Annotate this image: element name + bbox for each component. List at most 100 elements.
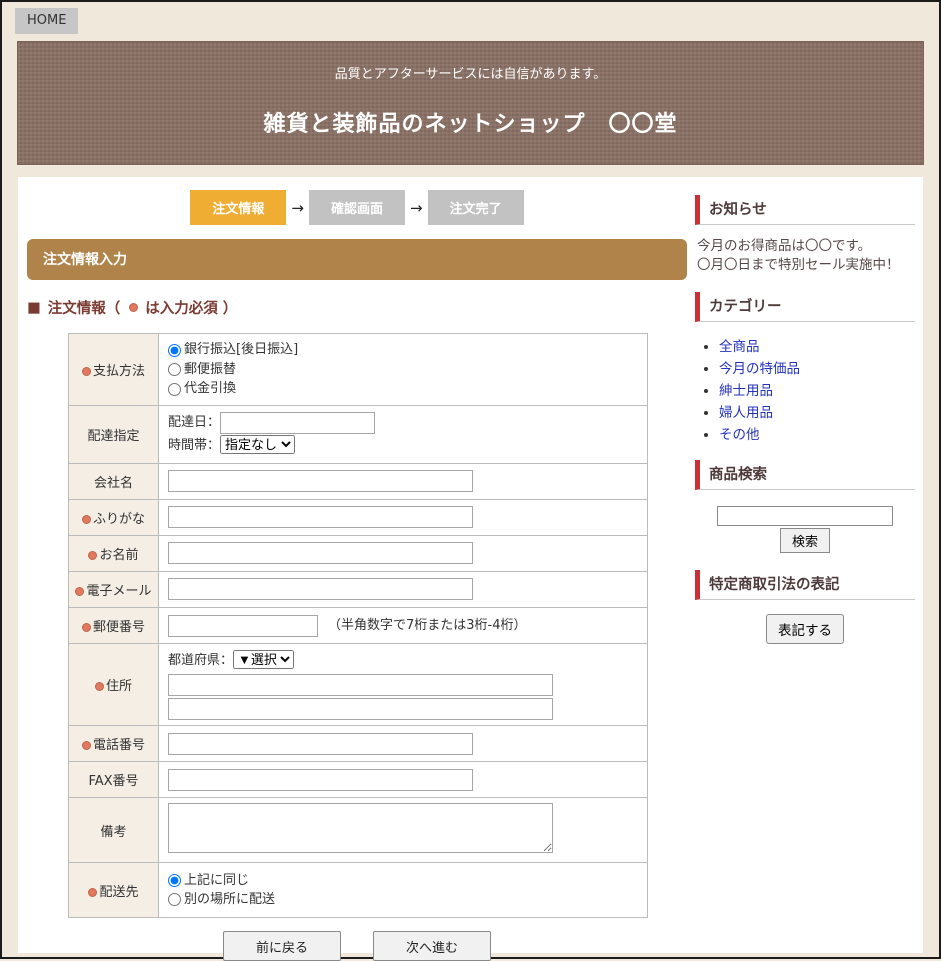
memo-textarea[interactable] [168,803,553,853]
table-row-phone: 電話番号 [69,726,648,762]
main-column: 注文情報 → 確認画面 → 注文完了 注文情報入力 ■ 注文情報（ は入力必須 … [27,190,687,953]
category-link-special[interactable]: 今月の特価品 [719,361,800,377]
required-dot-icon [82,623,91,632]
news-heading: お知らせ [695,195,915,225]
table-row-name: お名前 [69,535,648,571]
company-input[interactable] [168,470,473,492]
payment-radio-bank[interactable] [168,344,181,357]
step-complete: 注文完了 [428,190,524,225]
search-input[interactable] [717,506,893,526]
phone-input[interactable] [168,733,473,755]
email-input[interactable] [168,578,473,600]
required-dot-icon [75,587,84,596]
prefecture-select[interactable]: ▼選択 [233,650,294,669]
category-list: 全商品 今月の特価品 紳士用品 婦人用品 その他 [701,335,915,443]
table-row-payment: 支払方法 銀行振込[後日振込] 郵便振替 代金引換 [69,334,648,406]
row-label-text: 住所 [106,679,132,694]
radio-label: 代金引換 [184,379,236,399]
zip-format-note: （半角数字で7桁または3桁-4桁） [328,618,527,633]
home-tab[interactable]: HOME [15,8,78,34]
zip-input[interactable] [168,615,318,637]
row-label-name: お名前 [69,535,159,571]
back-button[interactable]: 前に戻る [223,931,341,961]
table-row-zip: 郵便番号 （半角数字で7桁または3桁-4桁） [69,607,648,643]
news-line: 〇月〇日まで特別セール実施中！ [697,256,915,275]
delivery-date-label: 配達日： [168,415,220,430]
section-title-pre: 注文情報（ [48,297,121,318]
furigana-input[interactable] [168,506,473,528]
table-row-address: 住所 都道府県：▼選択 [69,643,648,725]
fax-input[interactable] [168,769,473,791]
row-label-email: 電子メール [69,571,159,607]
row-label-delivery: 配達指定 [69,406,159,464]
shipto-option-other[interactable]: 別の場所に配送 [168,890,638,910]
shipto-radio-same[interactable] [168,874,181,887]
site-title: 雑貨と装飾品のネットショップ 〇〇堂 [18,106,923,138]
required-dot-icon [88,888,97,897]
category-link-all[interactable]: 全商品 [719,339,760,355]
radio-label: 銀行振込[後日振込] [184,340,298,360]
row-value-shipto: 上記に同じ 別の場所に配送 [159,863,648,918]
step-indicator: 注文情報 → 確認画面 → 注文完了 [27,190,687,225]
category-link-mens[interactable]: 紳士用品 [719,383,773,399]
radio-label: 別の場所に配送 [184,890,275,910]
page-title: 注文情報入力 [27,239,687,280]
payment-radio-cod[interactable] [168,383,181,396]
tokutei-heading: 特定商取引法の表記 [695,570,915,600]
payment-option-postal[interactable]: 郵便振替 [168,360,638,380]
categories-heading: カテゴリー [695,292,915,322]
address-line2-input[interactable] [168,698,553,720]
list-item: 今月の特価品 [719,357,915,377]
address-line1-input[interactable] [168,674,553,696]
form-buttons: 前に戻る 次へ進む [27,931,687,961]
row-label-text: お名前 [99,548,138,563]
step-arrow-icon: → [410,199,423,217]
table-row-fax: FAX番号 [69,762,648,798]
site-tagline: 品質とアフターサービスには自信があります。 [18,42,923,82]
category-link-other[interactable]: その他 [719,427,760,443]
row-label-text: 電子メール [86,584,151,599]
row-label-text: 配送先 [99,885,138,900]
row-label-text: 配達指定 [87,429,139,444]
row-value-email [159,571,648,607]
row-label-text: 郵便番号 [93,620,145,635]
delivery-time-select[interactable]: 指定なし [220,435,295,454]
row-label-zip: 郵便番号 [69,607,159,643]
step-confirm: 確認画面 [309,190,405,225]
shipto-radio-other[interactable] [168,893,181,906]
delivery-date-input[interactable] [220,412,375,434]
section-marker-icon: ■ [27,300,41,316]
table-row-email: 電子メール [69,571,648,607]
list-item: 全商品 [719,335,915,355]
tokutei-button[interactable]: 表記する [766,614,844,644]
row-label-text: 会社名 [94,476,133,491]
payment-option-cod[interactable]: 代金引換 [168,379,638,399]
row-value-furigana [159,499,648,535]
required-dot-icon [82,367,91,376]
row-label-payment: 支払方法 [69,334,159,406]
step-arrow-icon: → [291,199,304,217]
search-button[interactable]: 検索 [780,528,830,553]
row-value-name [159,535,648,571]
payment-radio-postal[interactable] [168,363,181,376]
next-button[interactable]: 次へ進む [373,931,491,961]
category-link-womens[interactable]: 婦人用品 [719,405,773,421]
site-header: 品質とアフターサービスには自信があります。 雑貨と装飾品のネットショップ 〇〇堂 [17,41,924,165]
section-heading: ■ 注文情報（ は入力必須 ） [27,297,687,318]
search-heading: 商品検索 [695,460,915,490]
section-title-post: は入力必須 ） [145,297,237,318]
row-label-text: 備考 [100,825,126,840]
row-value-fax [159,762,648,798]
required-dot-icon [129,303,138,312]
table-row-furigana: ふりがな [69,499,648,535]
list-item: 紳士用品 [719,379,915,399]
row-label-text: 支払方法 [93,364,145,379]
shipto-option-same[interactable]: 上記に同じ [168,871,638,891]
row-label-furigana: ふりがな [69,499,159,535]
row-label-phone: 電話番号 [69,726,159,762]
payment-option-bank[interactable]: 銀行振込[後日振込] [168,340,638,360]
row-value-address: 都道府県：▼選択 [159,643,648,725]
name-input[interactable] [168,542,473,564]
row-label-memo: 備考 [69,798,159,863]
required-dot-icon [95,682,104,691]
